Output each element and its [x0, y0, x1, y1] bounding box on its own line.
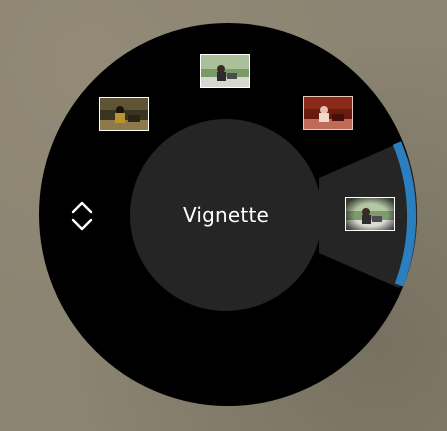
filter-preview-vignette[interactable] [345, 197, 395, 231]
filter-preview-sepia-dark[interactable] [99, 97, 149, 131]
filter-preview-warm-red[interactable] [303, 96, 353, 130]
filter-dial[interactable]: Vignette [39, 23, 417, 406]
selected-filter-label: Vignette [130, 119, 322, 311]
filter-preview-original[interactable] [200, 54, 250, 88]
up-down-chevrons-icon[interactable] [67, 196, 97, 236]
